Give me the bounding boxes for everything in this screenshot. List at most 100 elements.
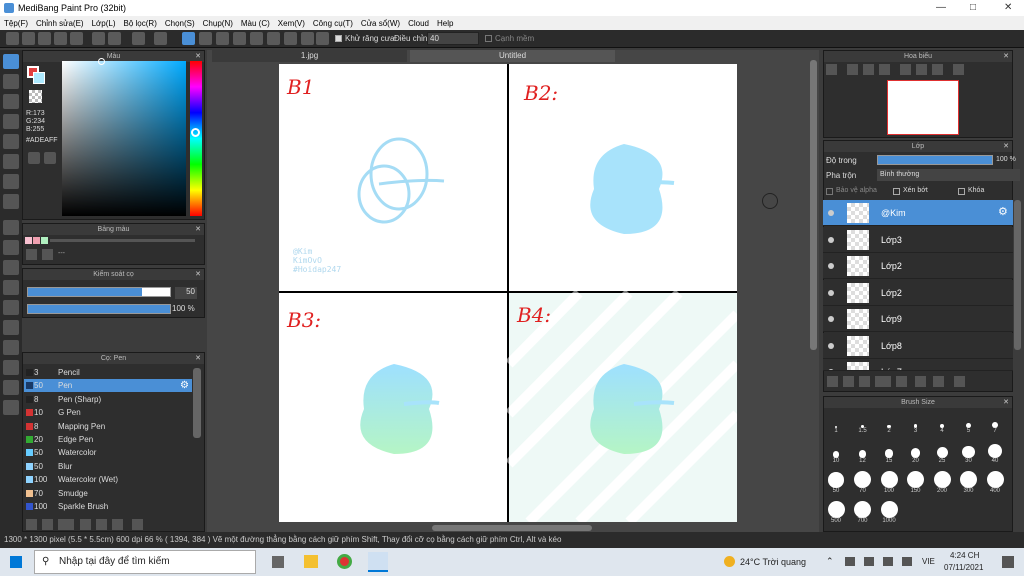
tab-1jpg[interactable]: 1.jpg	[212, 50, 407, 62]
layer-merge-icon[interactable]	[933, 376, 944, 387]
palette-add-icon[interactable]	[26, 249, 37, 260]
layer-row[interactable]: Lớp9	[823, 306, 1013, 332]
brush-size-option[interactable]: 40	[983, 440, 1007, 464]
brush-copy-icon[interactable]	[80, 519, 91, 530]
brush-item[interactable]: 70 Smudge	[24, 487, 192, 500]
brush-size-option[interactable]: 4	[930, 410, 954, 434]
close-icon[interactable]: ✕	[1003, 397, 1009, 408]
brush-size-option[interactable]: 400	[983, 470, 1007, 494]
layer-new-icon[interactable]	[827, 376, 838, 387]
select-eraser-tool-icon[interactable]	[3, 300, 19, 315]
brush-tool-icon[interactable]	[3, 54, 19, 69]
brush-size-option[interactable]: 20	[904, 440, 928, 464]
text-tool-icon[interactable]	[3, 320, 19, 335]
menu-color[interactable]: Màu (C)	[241, 19, 270, 28]
clock-date[interactable]: 07/11/2021	[944, 563, 983, 572]
fill-rect-tool-icon[interactable]	[3, 154, 19, 169]
snap-ellipse-icon[interactable]	[301, 32, 314, 45]
brush-size-option[interactable]: 700	[851, 500, 875, 524]
layer-row[interactable]: Lớp2	[823, 253, 1013, 279]
brush-size-option[interactable]: 300	[957, 470, 981, 494]
medibang-icon[interactable]	[368, 552, 388, 572]
rotate-reset-icon[interactable]	[916, 64, 927, 75]
visibility-icon[interactable]	[828, 210, 834, 216]
gradient-tool-icon[interactable]	[3, 194, 19, 209]
visibility-icon[interactable]	[828, 369, 834, 370]
layer-duplicate-icon[interactable]	[915, 376, 926, 387]
rect-tool-icon[interactable]	[3, 94, 19, 109]
layer-new-8bit-icon[interactable]	[843, 376, 854, 387]
brush-size-option[interactable]: 1000	[877, 500, 901, 524]
menu-window[interactable]: Cửa sổ(W)	[361, 19, 400, 28]
close-icon[interactable]: ✕	[195, 353, 201, 364]
brush-folder-icon[interactable]	[96, 519, 107, 530]
clock-time[interactable]: 4:24 CH	[950, 551, 979, 560]
brush-size-option[interactable]: 100	[877, 470, 901, 494]
clip-checkbox[interactable]	[893, 188, 900, 195]
brush-size-option[interactable]: 50	[824, 470, 848, 494]
close-icon[interactable]: ✕	[195, 269, 201, 280]
fit-icon[interactable]	[863, 64, 874, 75]
menu-filter[interactable]: Bộ lọc(R)	[124, 19, 157, 28]
close-icon[interactable]: ✕	[1004, 2, 1012, 13]
menu-view[interactable]: Xem(V)	[278, 19, 305, 28]
brush-item[interactable]: 100 Sparkle Brush	[24, 500, 192, 513]
visibility-icon[interactable]	[828, 263, 834, 269]
move-tool-icon[interactable]	[3, 134, 19, 149]
eraser-tool-icon[interactable]	[3, 74, 19, 89]
grid-icon[interactable]	[108, 32, 121, 45]
lock-checkbox[interactable]	[958, 188, 965, 195]
select-pen-tool-icon[interactable]	[3, 280, 19, 295]
layer-scrollbar[interactable]	[1014, 200, 1021, 350]
layer-row[interactable]: Lớp7	[823, 359, 1013, 371]
brush-scrollbar[interactable]	[193, 368, 201, 438]
brush-import-icon[interactable]	[58, 519, 74, 530]
snap-circle-icon[interactable]	[267, 32, 280, 45]
menu-help[interactable]: Help	[437, 19, 453, 28]
eyedropper-tool-icon[interactable]	[3, 380, 19, 395]
cloud-icon[interactable]	[54, 32, 67, 45]
visibility-icon[interactable]	[828, 316, 834, 322]
brush-item[interactable]: 20 Edge Pen	[24, 433, 192, 446]
flip-icon[interactable]	[953, 64, 964, 75]
menu-select[interactable]: Chọn(S)	[165, 19, 195, 28]
language-indicator[interactable]: VIE	[922, 557, 935, 566]
rotate-left-icon[interactable]	[900, 64, 911, 75]
brush-item[interactable]: 50 Blur	[24, 460, 192, 473]
maximize-icon[interactable]: □	[970, 2, 976, 13]
network-icon[interactable]	[845, 557, 855, 566]
brush-size-option[interactable]: 12	[851, 440, 875, 464]
menu-tools[interactable]: Công cụ(T)	[313, 19, 353, 28]
battery-icon[interactable]	[902, 557, 912, 566]
lasso-tool-icon[interactable]	[3, 240, 19, 255]
weather-text[interactable]: 24°C Trời quang	[740, 557, 806, 567]
palette-swatch[interactable]	[25, 237, 32, 244]
brush-size-option[interactable]: 10	[824, 440, 848, 464]
smooth-checkbox[interactable]	[485, 35, 492, 42]
layer-new-1bit-icon[interactable]	[859, 376, 870, 387]
saturation-picker[interactable]	[62, 61, 186, 216]
brush-size-slider[interactable]	[27, 287, 171, 297]
adjust-select[interactable]: 40	[427, 32, 479, 45]
layer-folder-icon[interactable]	[896, 376, 907, 387]
menu-file[interactable]: Tệp(F)	[4, 19, 28, 28]
brush-size-option[interactable]: 1.5	[851, 410, 875, 434]
zoom-reset-icon[interactable]	[879, 64, 890, 75]
brush-item[interactable]: 8 Pen (Sharp)	[24, 393, 192, 406]
menu-layer[interactable]: Lớp(L)	[92, 19, 116, 28]
volume-icon[interactable]	[883, 557, 893, 566]
operation-tool-icon[interactable]	[3, 340, 19, 355]
rotate-right-icon[interactable]	[932, 64, 943, 75]
color-mode-icon[interactable]	[44, 152, 56, 164]
select-tool-icon[interactable]	[3, 220, 19, 235]
hand-tool-icon[interactable]	[3, 400, 19, 415]
brush-delete-icon[interactable]	[132, 519, 143, 530]
magic-wand-tool-icon[interactable]	[3, 260, 19, 275]
file-explorer-icon[interactable]	[304, 555, 318, 568]
brush-size-option[interactable]: 70	[851, 470, 875, 494]
chrome-icon[interactable]	[337, 554, 352, 569]
brush-size-option[interactable]: 1	[824, 410, 848, 434]
undo-icon[interactable]	[132, 32, 145, 45]
save-icon[interactable]	[38, 32, 51, 45]
taskbar-search[interactable]: ⚲ Nhập tại đây để tìm kiếm	[34, 550, 256, 574]
